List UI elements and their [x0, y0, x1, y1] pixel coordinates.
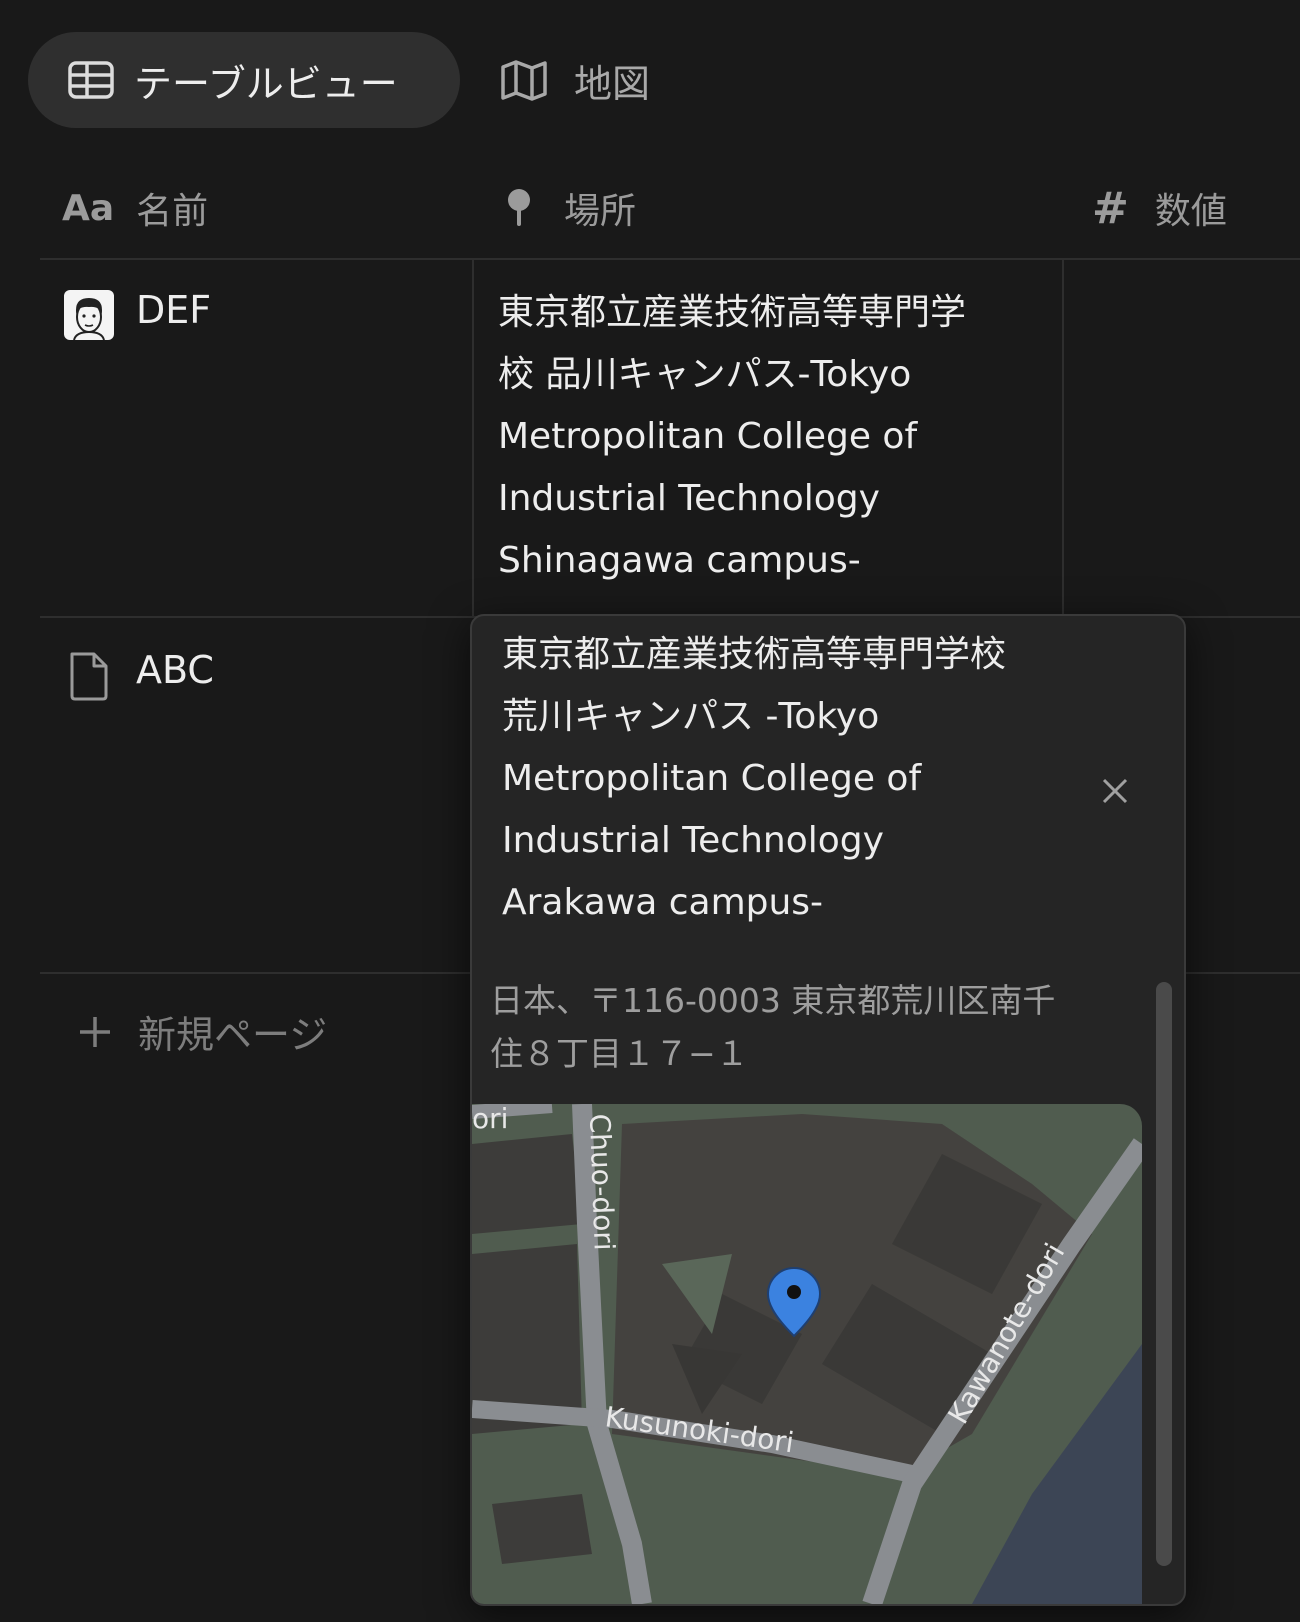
popup-scrollbar[interactable] — [1156, 982, 1172, 1566]
pin-icon — [506, 188, 532, 228]
building — [472, 1134, 582, 1234]
place-line: Industrial Technology — [498, 478, 880, 519]
column-header-number[interactable]: # 数値 — [1092, 168, 1227, 248]
tab-label: 地図 — [574, 61, 651, 106]
address-line: 日本、〒116-0003 東京都荒川区南千 — [490, 981, 1056, 1020]
column-label: 名前 — [136, 191, 209, 232]
document-icon — [68, 650, 110, 706]
table-row[interactable]: DEF — [40, 260, 472, 616]
tab-label: テーブルビュー — [134, 61, 398, 106]
title-line: Industrial Technology — [502, 820, 884, 861]
avatar — [64, 290, 114, 341]
location-popup[interactable]: 東京都立産業技術高等専門学校 荒川キャンパス -Tokyo Metropolit… — [470, 614, 1186, 1606]
place-line: 東京都立産業技術高等専門学 — [498, 292, 967, 333]
title-line: 東京都立産業技術高等専門学校 — [502, 634, 1007, 675]
table-icon — [68, 61, 114, 99]
title-line: 荒川キャンパス -Tokyo — [502, 696, 880, 737]
address-line: 住８丁目１７−１ — [490, 1034, 749, 1073]
map-view[interactable]: Chuo-dori ori Kusunoki-dori Kawanote-dor… — [472, 1104, 1142, 1604]
text-property-icon: Aa — [62, 187, 115, 229]
map-icon — [500, 59, 548, 101]
road-label: ori — [472, 1104, 508, 1135]
divider — [1062, 260, 1064, 616]
popup-title: 東京都立産業技術高等専門学校 荒川キャンパス -Tokyo Metropolit… — [502, 624, 1102, 934]
title-line: Arakawa campus- — [502, 882, 824, 923]
divider — [472, 260, 474, 616]
table-row[interactable]: ABC — [40, 618, 472, 972]
building — [492, 1494, 592, 1564]
column-label: 場所 — [564, 191, 637, 232]
place-line: 校 品川キャンパス-Tokyo — [498, 354, 912, 395]
road-label: Chuo-dori — [583, 1113, 621, 1251]
place-line: Shinagawa campus- — [498, 540, 861, 581]
place-cell[interactable]: 東京都立産業技術高等専門学 校 品川キャンパス-Tokyo Metropolit… — [498, 282, 1058, 592]
column-label: 数値 — [1154, 191, 1227, 232]
new-page-button[interactable]: 新規ページ — [78, 1004, 327, 1059]
plus-icon — [78, 1015, 112, 1049]
column-header-place[interactable]: 場所 — [506, 168, 636, 248]
place-line: Metropolitan College of — [498, 416, 918, 457]
tab-table-view[interactable]: テーブルビュー — [28, 32, 460, 128]
hash-icon: # — [1092, 182, 1129, 234]
column-header-name[interactable]: Aa 名前 — [62, 168, 208, 248]
tab-map[interactable]: 地図 — [500, 32, 650, 128]
row-name: DEF — [136, 288, 212, 332]
new-page-label: 新規ページ — [138, 1013, 328, 1057]
title-line: Metropolitan College of — [502, 758, 922, 799]
address: 日本、〒116-0003 東京都荒川区南千 住８丁目１７−１ — [490, 974, 1130, 1080]
row-name: ABC — [136, 648, 214, 692]
close-icon[interactable] — [1100, 776, 1130, 810]
